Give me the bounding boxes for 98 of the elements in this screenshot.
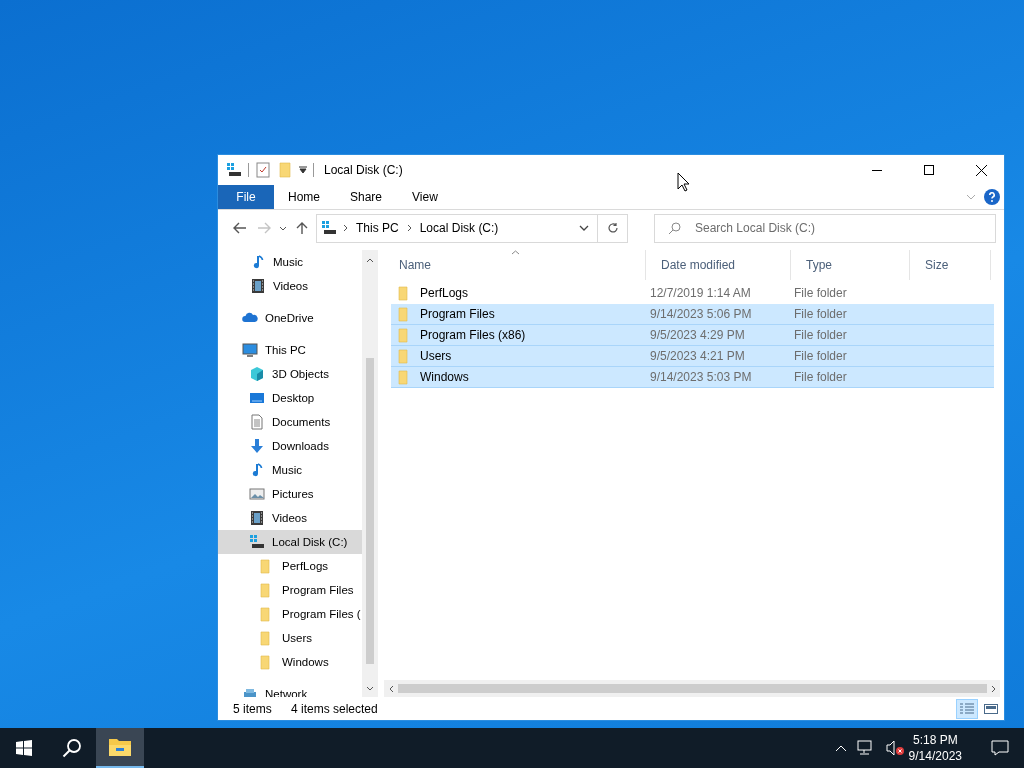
up-arrow-icon bbox=[296, 221, 308, 235]
nav-item[interactable]: Music bbox=[218, 250, 362, 274]
selection-count: 4 items selected bbox=[291, 701, 378, 716]
date-modified: 9/14/2023 5:03 PM bbox=[650, 370, 753, 384]
ribbon-tab[interactable]: View bbox=[398, 185, 454, 209]
sort-ascending-icon bbox=[510, 250, 520, 255]
drive-icon bbox=[249, 534, 265, 550]
file-row[interactable]: Users 9/5/2023 4:21 PM File folder bbox=[391, 346, 994, 367]
ribbon-tab[interactable]: Share bbox=[336, 185, 399, 209]
caret-icon bbox=[279, 225, 287, 231]
speech-bubble-icon bbox=[991, 740, 1009, 756]
file-type: File folder bbox=[794, 307, 848, 321]
file-type: File folder bbox=[794, 370, 848, 384]
nav-item[interactable]: Desktop bbox=[218, 386, 362, 410]
nav-item[interactable]: Program Files bbox=[218, 578, 362, 602]
column-header[interactable]: Size bbox=[910, 250, 991, 280]
details-icon bbox=[959, 701, 975, 716]
drive-icon bbox=[321, 220, 337, 236]
date-modified: 9/14/2023 5:06 PM bbox=[650, 307, 753, 321]
document-icon bbox=[249, 414, 265, 430]
folder-icon bbox=[108, 737, 132, 757]
nav-item[interactable]: Videos bbox=[218, 506, 362, 530]
network-icon[interactable] bbox=[856, 740, 875, 756]
mouse-cursor-icon bbox=[677, 172, 690, 192]
volume-muted-icon[interactable] bbox=[884, 740, 905, 756]
nav-item[interactable]: This PC bbox=[218, 338, 362, 362]
nav-item[interactable]: Users bbox=[218, 626, 362, 650]
vertical-scrollbar[interactable] bbox=[362, 250, 378, 697]
search-field[interactable]: Search Local Disk (C:) bbox=[654, 213, 996, 243]
file-row[interactable]: Program Files 9/14/2023 5:06 PM File folder bbox=[391, 304, 994, 325]
scroll-left-icon[interactable] bbox=[389, 684, 394, 693]
nav-item[interactable]: Pictures bbox=[218, 482, 362, 506]
large-icons-icon bbox=[983, 701, 999, 716]
drive-icon bbox=[226, 162, 242, 178]
cube-icon bbox=[249, 366, 265, 382]
monitor-icon bbox=[242, 342, 258, 358]
ribbon-tab[interactable]: Home bbox=[274, 185, 336, 209]
help-icon[interactable] bbox=[984, 189, 1000, 205]
breadcrumb[interactable]: Local Disk (C:) bbox=[417, 221, 501, 235]
file-type: File folder bbox=[794, 286, 848, 300]
search-icon bbox=[668, 221, 681, 235]
file-name: PerfLogs bbox=[420, 286, 469, 300]
scroll-down-icon[interactable] bbox=[366, 686, 374, 691]
file-row[interactable]: PerfLogs 12/7/2019 1:14 AM File folder bbox=[391, 283, 994, 304]
left-arrow-icon bbox=[233, 222, 247, 234]
refresh-icon bbox=[606, 222, 619, 234]
file-row[interactable]: Program Files (x86) 9/5/2023 4:29 PM File folder bbox=[391, 325, 994, 346]
pictures-icon bbox=[249, 486, 265, 502]
column-header[interactable]: Date modified bbox=[646, 250, 791, 280]
file-tab[interactable]: File bbox=[218, 185, 274, 209]
maximize-icon bbox=[924, 165, 934, 175]
file-name: Program Files bbox=[420, 307, 495, 321]
nav-item[interactable]: Documents bbox=[218, 410, 362, 434]
windows-logo-icon bbox=[16, 740, 32, 756]
file-name: Program Files (x86) bbox=[420, 328, 526, 342]
item-count: 5 items bbox=[233, 701, 273, 716]
nav-item[interactable]: 3D Objects bbox=[218, 362, 362, 386]
horizontal-scrollbar[interactable] bbox=[384, 680, 1000, 697]
show-hidden-icons-icon[interactable] bbox=[834, 744, 847, 752]
close-icon bbox=[975, 164, 987, 176]
window-title: Local Disk (C:) bbox=[324, 163, 403, 177]
nav-item[interactable]: Local Disk (C:) bbox=[218, 530, 362, 554]
right-arrow-icon bbox=[257, 222, 271, 234]
breadcrumb[interactable]: This PC bbox=[354, 221, 401, 235]
properties-icon[interactable] bbox=[255, 162, 271, 178]
nav-item[interactable]: OneDrive bbox=[218, 306, 362, 330]
nav-item[interactable]: Downloads bbox=[218, 434, 362, 458]
file-type: File folder bbox=[794, 328, 848, 342]
scroll-up-icon[interactable] bbox=[366, 258, 374, 263]
nav-item[interactable]: PerfLogs bbox=[218, 554, 362, 578]
clock[interactable]: 5:18 PM 9/14/2023 bbox=[908, 732, 962, 764]
address-bar[interactable]: This PC Local Disk (C:) bbox=[316, 213, 598, 243]
address-dropdown-icon[interactable] bbox=[579, 225, 589, 231]
date-modified: 12/7/2019 1:14 AM bbox=[650, 286, 752, 300]
minimize-icon bbox=[872, 169, 882, 171]
file-type: File folder bbox=[794, 349, 848, 363]
nav-item[interactable]: Videos bbox=[218, 274, 362, 298]
refresh-button[interactable] bbox=[598, 213, 628, 243]
file-row[interactable]: Windows 9/14/2023 5:03 PM File folder bbox=[391, 367, 994, 388]
download-arrow-icon bbox=[249, 438, 265, 454]
file-name: Users bbox=[420, 349, 452, 363]
film-icon bbox=[249, 510, 265, 526]
search-icon bbox=[62, 738, 82, 758]
date-modified: 9/5/2023 4:21 PM bbox=[650, 349, 746, 363]
column-header[interactable]: Type bbox=[791, 250, 910, 280]
column-header[interactable]: Name bbox=[384, 250, 646, 280]
file-name: Windows bbox=[420, 370, 469, 384]
film-icon bbox=[250, 278, 266, 294]
customize-toolbar-icon[interactable] bbox=[299, 166, 307, 174]
file-explorer-taskbar-button[interactable] bbox=[96, 728, 144, 768]
chevron-icon bbox=[406, 224, 412, 232]
nav-item[interactable]: Program Files ( bbox=[218, 602, 362, 626]
desktop-icon bbox=[249, 390, 265, 406]
chevron-icon bbox=[343, 224, 348, 232]
scroll-right-icon[interactable] bbox=[991, 684, 996, 693]
date-modified: 9/5/2023 4:29 PM bbox=[650, 328, 746, 342]
nav-item[interactable]: Windows bbox=[218, 650, 362, 674]
nav-item[interactable]: Music bbox=[218, 458, 362, 482]
